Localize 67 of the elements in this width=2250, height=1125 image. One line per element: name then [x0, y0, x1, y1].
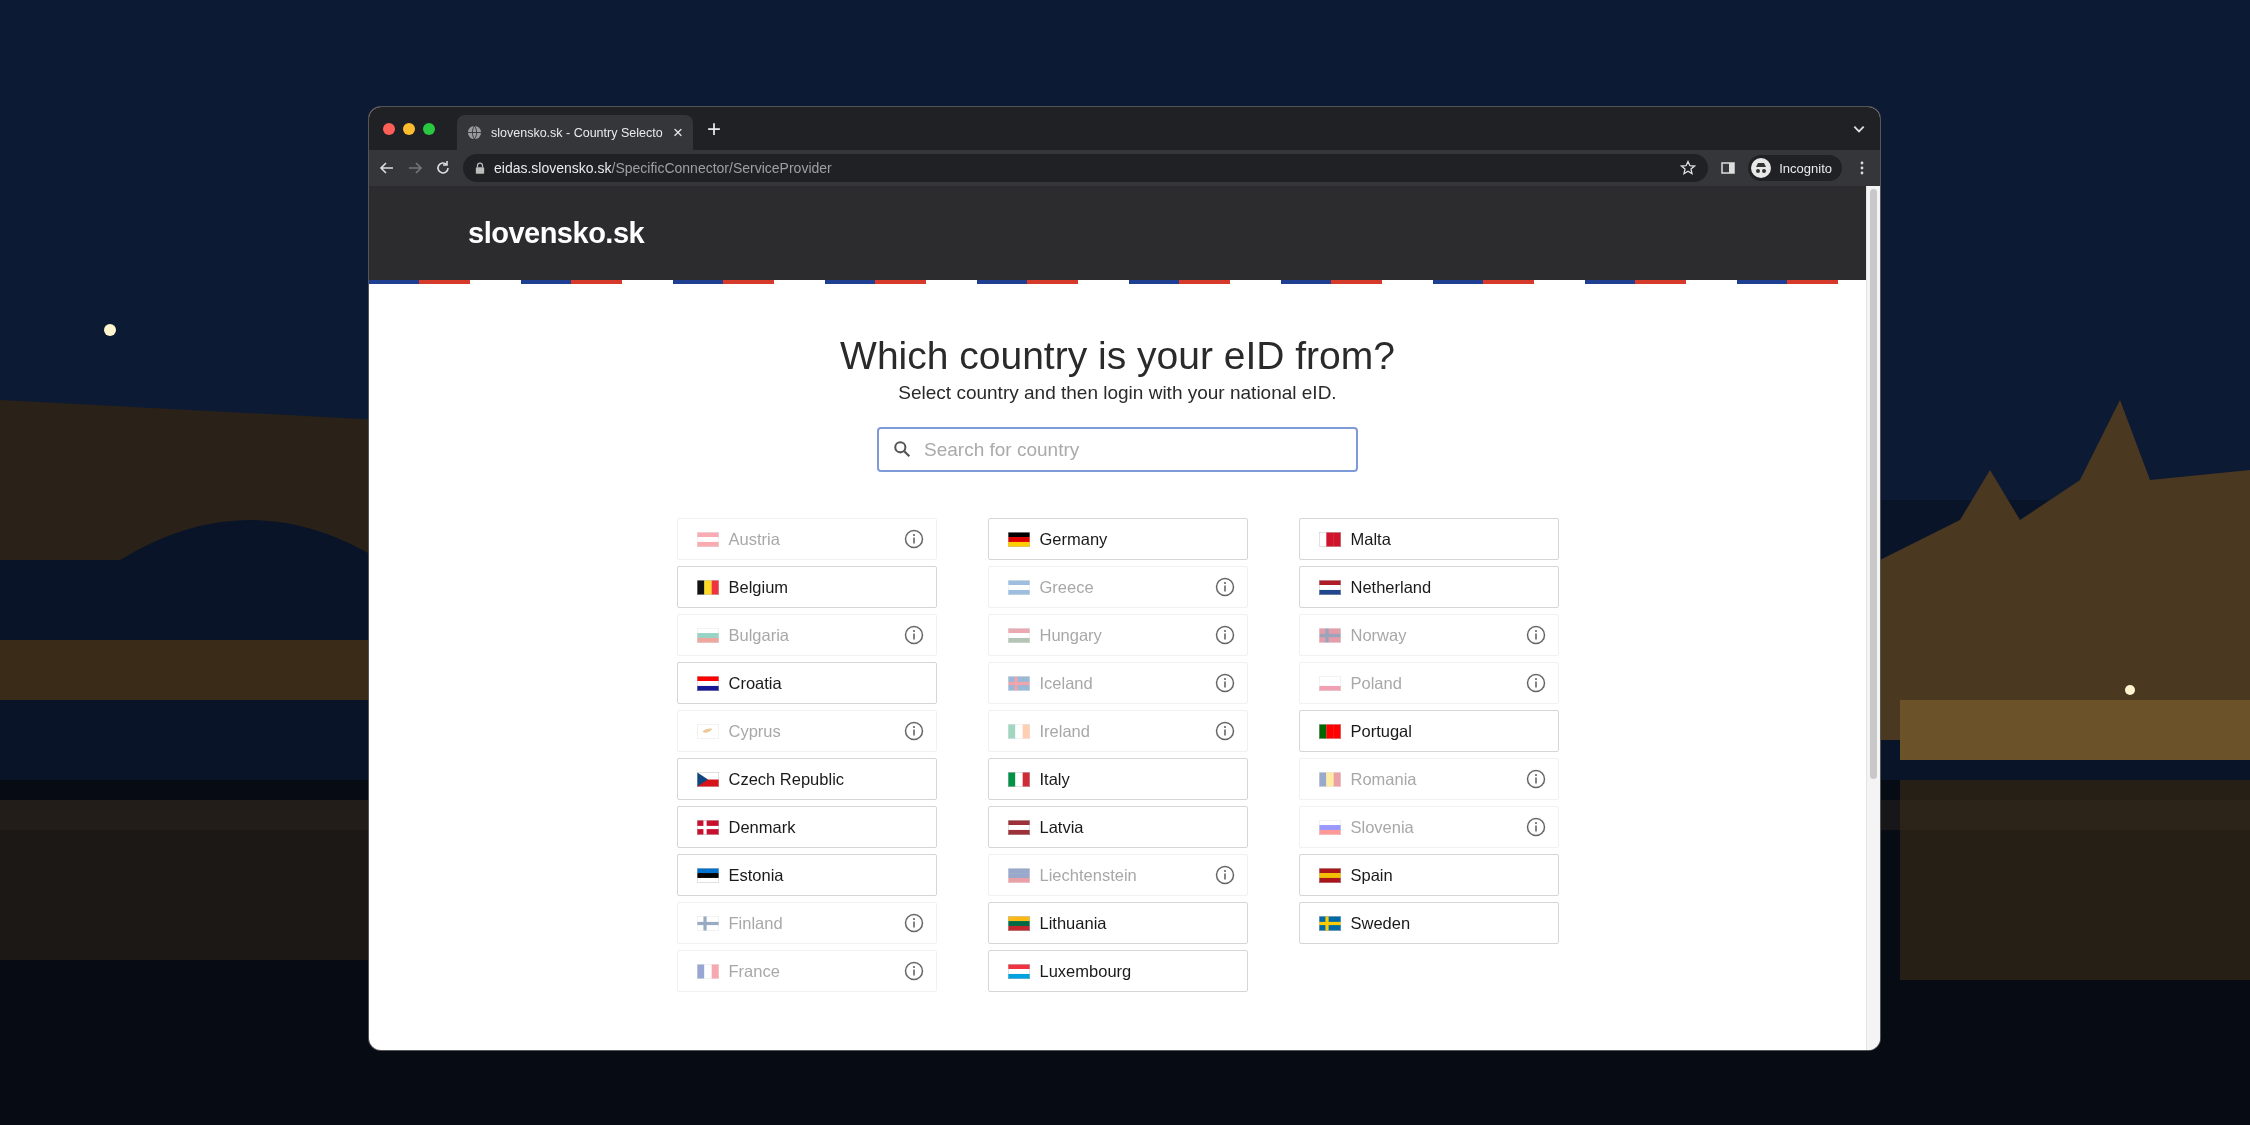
flag-icon: [696, 915, 719, 931]
flag-icon: [1318, 819, 1341, 835]
maximize-window-icon[interactable]: [423, 122, 435, 135]
country-option[interactable]: Lithuania: [987, 902, 1248, 944]
search-field[interactable]: Search for country: [877, 427, 1358, 472]
country-option[interactable]: Latvia: [987, 806, 1248, 848]
flag-icon: [1007, 531, 1030, 547]
flag-icon: [1007, 675, 1030, 691]
country-option[interactable]: Belgium: [676, 566, 937, 608]
flag-icon: [1318, 771, 1341, 787]
flag-icon: [1318, 867, 1341, 883]
flag-icon: [696, 531, 719, 547]
country-option[interactable]: Spain: [1298, 854, 1559, 896]
flag-icon: [1318, 675, 1341, 691]
flag-icon: [1007, 771, 1030, 787]
search-icon: [893, 440, 911, 458]
site-logo[interactable]: slovensko.sk: [468, 216, 645, 250]
country-option[interactable]: Luxembourg: [987, 950, 1248, 992]
flag-icon: [696, 723, 719, 739]
back-arrow-icon[interactable]: [379, 160, 395, 176]
new-tab-button[interactable]: +: [707, 116, 721, 141]
star-icon[interactable]: [1680, 160, 1697, 176]
flag-icon: [696, 771, 719, 787]
page-subheading: Select country and then login with your national eID.: [898, 382, 1337, 404]
flag-icon: [1007, 915, 1030, 931]
flag-icon: [696, 867, 719, 883]
tab-title: slovensko.sk - Country Selecto: [491, 125, 664, 140]
flag-icon: [696, 819, 719, 835]
flag-icon: [1318, 915, 1341, 931]
flag-icon: [1318, 627, 1341, 643]
country-option[interactable]: Czech Republic: [676, 758, 937, 800]
country-option[interactable]: Croatia: [676, 662, 937, 704]
flag-icon: [696, 579, 719, 595]
minimize-window-icon[interactable]: [403, 122, 415, 135]
flag-icon: [1318, 579, 1341, 595]
lock-icon: [475, 162, 485, 174]
scrollbar[interactable]: [1866, 186, 1880, 1050]
flag-icon: [1007, 819, 1030, 835]
address-bar[interactable]: eidas.slovensko.sk/SpecificConnector/ServiceProvider: [463, 154, 1709, 182]
incognito-icon: [1751, 158, 1772, 178]
flag-icon: [1007, 627, 1030, 643]
flag-icon: [696, 675, 719, 691]
flag-icon: [1007, 579, 1030, 595]
globe-icon: [467, 125, 482, 140]
country-option[interactable]: Estonia: [676, 854, 937, 896]
country-option[interactable]: Portugal: [1298, 710, 1559, 752]
browser-tab[interactable]: slovensko.sk - Country Selecto ×: [457, 115, 693, 150]
flag-icon: [696, 627, 719, 643]
country-option[interactable]: Netherland: [1298, 566, 1559, 608]
flag-icon: [1318, 723, 1341, 739]
country-option[interactable]: Italy: [987, 758, 1248, 800]
flag-icon: [1007, 723, 1030, 739]
country-option[interactable]: Sweden: [1298, 902, 1559, 944]
page-heading: Which country is your eID from?: [840, 334, 1395, 378]
country-option[interactable]: Germany: [987, 518, 1248, 560]
flag-icon: [1318, 531, 1341, 547]
flag-icon: [1007, 867, 1030, 883]
close-window-icon[interactable]: [383, 122, 395, 135]
forward-arrow-icon[interactable]: [407, 160, 423, 176]
reload-icon[interactable]: [435, 160, 451, 176]
country-option[interactable]: Denmark: [676, 806, 937, 848]
side-panel-icon[interactable]: [1720, 160, 1737, 176]
country-option[interactable]: Malta: [1298, 518, 1559, 560]
incognito-badge[interactable]: Incognito: [1748, 155, 1842, 181]
close-tab-button[interactable]: ×: [673, 124, 683, 141]
flag-icon: [1007, 963, 1030, 979]
flag-icon: [696, 963, 719, 979]
